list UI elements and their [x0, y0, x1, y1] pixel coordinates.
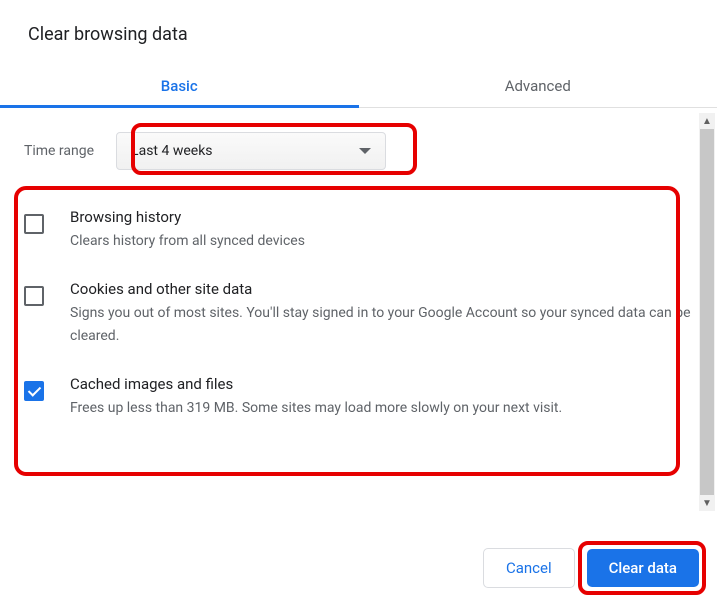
- scrollbar-thumb[interactable]: [700, 129, 714, 495]
- checkbox-browsing-history[interactable]: [24, 214, 44, 234]
- clear-data-button[interactable]: Clear data: [587, 549, 699, 587]
- option-text: Browsing history Clears history from all…: [70, 208, 693, 252]
- scroll-up-icon[interactable]: ▲: [699, 113, 715, 129]
- option-text: Cached images and files Frees up less th…: [70, 375, 693, 419]
- dialog-content: Time range Last 4 weeks Browsing history…: [0, 108, 717, 508]
- checkbox-cached[interactable]: [24, 381, 44, 401]
- option-cached: Cached images and files Frees up less th…: [24, 361, 693, 433]
- dialog-footer: Cancel Clear data: [483, 548, 699, 588]
- time-range-row: Time range Last 4 weeks: [0, 108, 717, 194]
- option-title: Cookies and other site data: [70, 280, 693, 298]
- option-browsing-history: Browsing history Clears history from all…: [24, 194, 693, 266]
- time-range-value: Last 4 weeks: [131, 143, 212, 159]
- option-desc: Signs you out of most sites. You'll stay…: [70, 302, 693, 347]
- chevron-down-icon: [359, 148, 371, 154]
- tab-advanced-label: Advanced: [505, 77, 571, 95]
- option-desc: Frees up less than 319 MB. Some sites ma…: [70, 397, 693, 419]
- tab-advanced[interactable]: Advanced: [359, 65, 717, 107]
- options-list: Browsing history Clears history from all…: [0, 194, 717, 434]
- time-range-dropdown[interactable]: Last 4 weeks: [116, 132, 386, 170]
- clear-browsing-data-dialog: Clear browsing data Basic Advanced Time …: [0, 0, 717, 600]
- time-range-label: Time range: [24, 143, 94, 159]
- scrollbar[interactable]: ▲ ▼: [699, 113, 715, 511]
- option-text: Cookies and other site data Signs you ou…: [70, 280, 693, 347]
- tab-basic[interactable]: Basic: [0, 65, 359, 107]
- option-title: Cached images and files: [70, 375, 693, 393]
- cancel-button-label: Cancel: [506, 559, 552, 577]
- option-desc: Clears history from all synced devices: [70, 230, 693, 252]
- tab-bar: Basic Advanced: [0, 65, 717, 108]
- scroll-down-icon[interactable]: ▼: [699, 495, 715, 511]
- checkbox-cookies[interactable]: [24, 286, 44, 306]
- dialog-title: Clear browsing data: [0, 0, 717, 65]
- cancel-button[interactable]: Cancel: [483, 548, 575, 588]
- clear-data-button-label: Clear data: [609, 559, 677, 577]
- tab-basic-label: Basic: [161, 77, 198, 95]
- option-cookies: Cookies and other site data Signs you ou…: [24, 266, 693, 361]
- option-title: Browsing history: [70, 208, 693, 226]
